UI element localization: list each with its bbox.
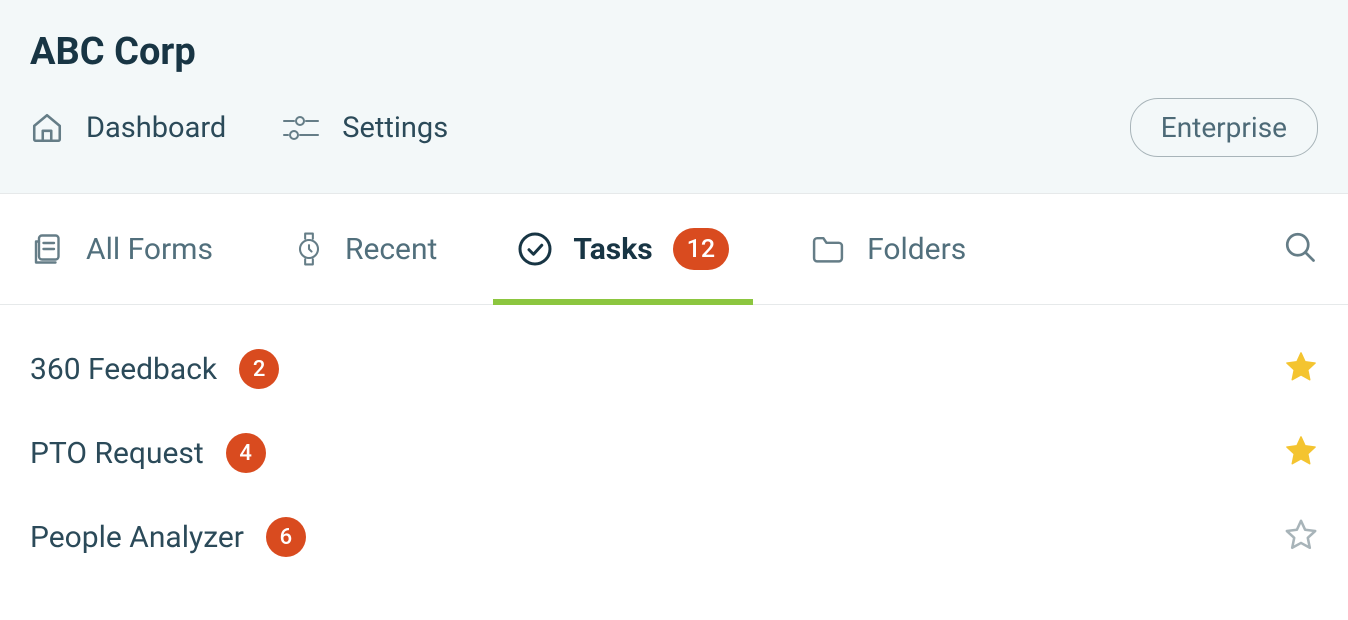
tab-tasks-label: Tasks — [573, 232, 652, 267]
search-icon — [1282, 229, 1318, 269]
star-button[interactable] — [1284, 434, 1318, 472]
enterprise-label: Enterprise — [1161, 111, 1287, 144]
star-filled-icon — [1284, 434, 1318, 472]
list-item-left: 360 Feedback 2 — [30, 349, 279, 389]
org-title: ABC Corp — [30, 30, 1318, 74]
nav-dashboard[interactable]: Dashboard — [30, 111, 226, 145]
list-item: PTO Request 4 — [30, 411, 1318, 495]
tab-all-forms[interactable]: All Forms — [30, 197, 213, 301]
nav-settings-label: Settings — [342, 111, 448, 145]
forms-icon — [30, 231, 66, 267]
tab-folders[interactable]: Folders — [809, 198, 966, 301]
sliders-icon — [282, 114, 320, 142]
search-button[interactable] — [1282, 229, 1318, 269]
tab-recent[interactable]: Recent — [293, 197, 437, 301]
nav-row: Dashboard Settings Enterprise — [30, 98, 1318, 157]
tab-folders-label: Folders — [867, 232, 966, 267]
enterprise-badge[interactable]: Enterprise — [1130, 98, 1318, 157]
list-item-count-badge: 2 — [239, 349, 279, 389]
tab-all-forms-label: All Forms — [86, 232, 213, 267]
star-button[interactable] — [1284, 518, 1318, 556]
tabs-left: All Forms Recent Tasks 12 — [30, 194, 1046, 304]
list-item-left: PTO Request 4 — [30, 433, 266, 473]
list-item: 360 Feedback 2 — [30, 327, 1318, 411]
check-circle-icon — [517, 231, 553, 267]
list-item-left: People Analyzer 6 — [30, 517, 306, 557]
star-outline-icon — [1284, 518, 1318, 556]
tabs-bar: All Forms Recent Tasks 12 — [0, 194, 1348, 305]
star-button[interactable] — [1284, 350, 1318, 388]
nav-left: Dashboard Settings — [30, 111, 448, 145]
list-item-count-badge: 4 — [226, 433, 266, 473]
nav-dashboard-label: Dashboard — [86, 111, 226, 145]
nav-settings[interactable]: Settings — [282, 111, 448, 145]
tab-recent-label: Recent — [345, 232, 437, 267]
list-item-count-badge: 6 — [266, 517, 306, 557]
list-item-title[interactable]: 360 Feedback — [30, 352, 217, 387]
home-icon — [30, 111, 64, 145]
list-item-title[interactable]: PTO Request — [30, 436, 204, 471]
list-item-title[interactable]: People Analyzer — [30, 520, 244, 555]
list-item: People Analyzer 6 — [30, 495, 1318, 579]
tasks-count-badge: 12 — [673, 228, 729, 270]
watch-icon — [293, 231, 325, 267]
folder-icon — [809, 232, 847, 266]
task-list: 360 Feedback 2 PTO Request 4 People An — [0, 305, 1348, 601]
star-filled-icon — [1284, 350, 1318, 388]
header: ABC Corp Dashboard — [0, 0, 1348, 194]
tab-tasks[interactable]: Tasks 12 — [517, 194, 729, 304]
